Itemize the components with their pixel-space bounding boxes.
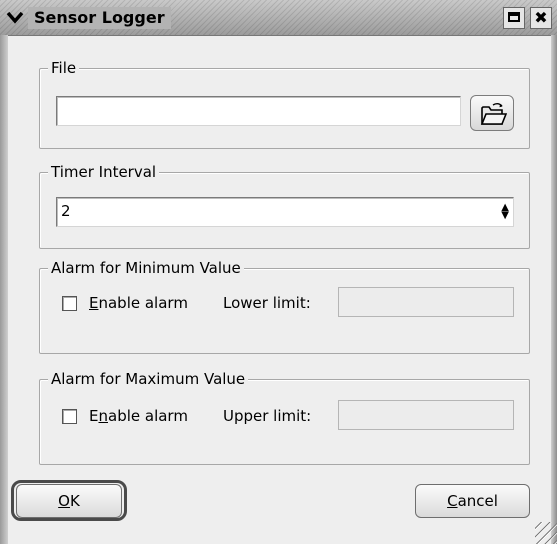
upper-limit-label: Upper limit: xyxy=(223,407,312,425)
lower-limit-input[interactable] xyxy=(338,287,514,317)
max-alarm-group: Alarm for Maximum Value Enable alarm Upp… xyxy=(39,369,530,465)
window-frame-right xyxy=(551,35,557,544)
timer-interval-group: Timer Interval 2 ▲ ▼ xyxy=(39,162,530,249)
browse-file-button[interactable] xyxy=(470,95,514,131)
file-group: File xyxy=(39,58,530,149)
upper-limit-input[interactable] xyxy=(338,400,514,430)
cancel-button[interactable]: Cancel xyxy=(415,484,530,518)
window-frame-left xyxy=(0,35,8,544)
title-bar[interactable]: Sensor Logger ✖ xyxy=(0,0,557,36)
resize-grip[interactable] xyxy=(535,522,557,544)
min-alarm-group: Alarm for Minimum Value Enable alarm Low… xyxy=(39,258,530,354)
sensor-logger-window: Sensor Logger ✖ File Timer Interval 2 ▲ ▼… xyxy=(0,0,557,544)
spin-arrows-icon[interactable]: ▲ ▼ xyxy=(501,203,509,221)
open-folder-icon xyxy=(480,103,507,125)
maximize-icon[interactable] xyxy=(503,7,525,29)
min-enable-alarm-label[interactable]: Enable alarm xyxy=(89,293,188,313)
timer-interval-label: Timer Interval xyxy=(48,162,160,182)
window-menu-icon[interactable] xyxy=(4,6,26,28)
min-enable-alarm-checkbox[interactable] xyxy=(62,296,77,311)
close-icon[interactable]: ✖ xyxy=(530,7,552,29)
max-enable-alarm-checkbox[interactable] xyxy=(62,409,77,424)
file-group-label: File xyxy=(48,58,80,78)
max-enable-alarm-label[interactable]: Enable alarm xyxy=(89,406,188,426)
ok-button[interactable]: OK xyxy=(16,484,122,518)
min-alarm-label: Alarm for Minimum Value xyxy=(48,258,244,278)
file-path-input[interactable] xyxy=(56,96,461,126)
timer-interval-value: 2 xyxy=(61,202,71,220)
window-title: Sensor Logger xyxy=(28,7,171,29)
max-alarm-label: Alarm for Maximum Value xyxy=(48,369,249,389)
lower-limit-label: Lower limit: xyxy=(223,294,311,312)
timer-interval-spinbox[interactable]: 2 ▲ ▼ xyxy=(56,197,514,227)
